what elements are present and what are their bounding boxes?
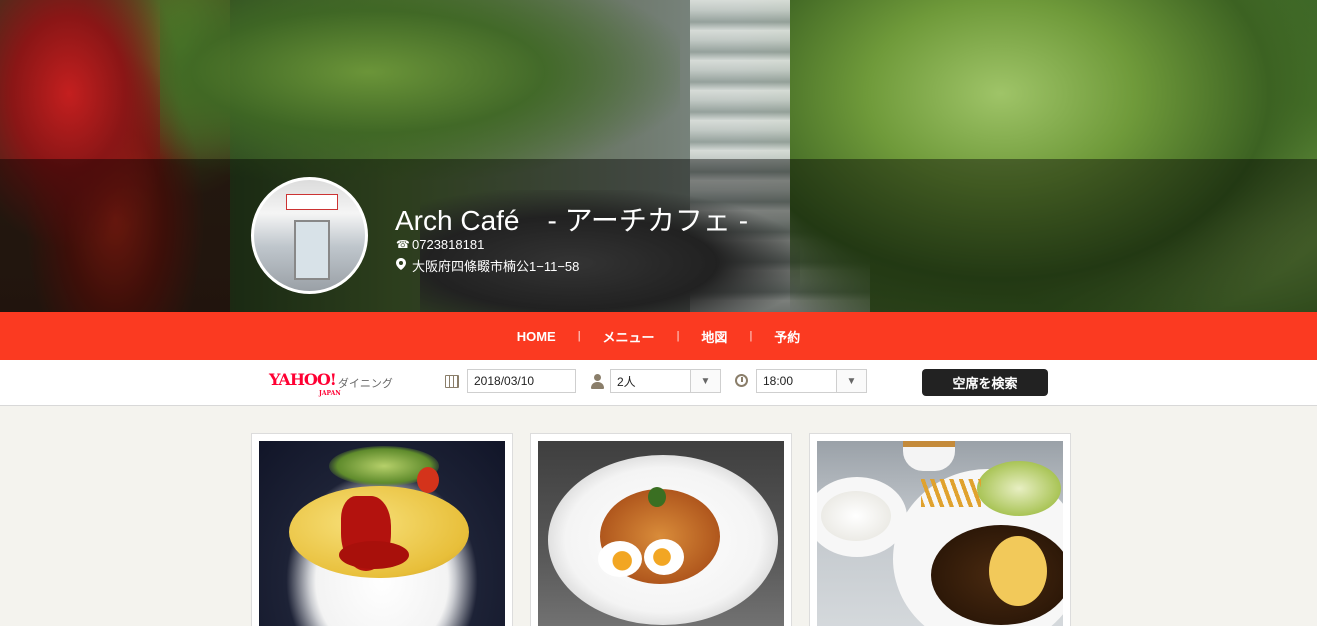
clock-icon — [734, 372, 750, 390]
shop-sign — [286, 194, 338, 210]
shop-phone[interactable]: ☎ 0723818181 — [396, 237, 484, 252]
time-value: 18:00 — [763, 374, 794, 388]
yahoo-japan-text: JAPAN — [319, 390, 341, 397]
omurice-photo[interactable] — [259, 441, 505, 626]
shop-address-text: 大阪府四條畷市楠公1−11−58 — [412, 259, 580, 274]
nav-map[interactable]: 地図 — [679, 327, 749, 346]
main-nav: HOME | メニュー | 地図 | 予約 — [0, 312, 1317, 360]
nav-reservation[interactable]: 予約 — [752, 327, 822, 346]
nav-separator: | — [676, 330, 680, 342]
hamburg-photo[interactable] — [817, 441, 1063, 626]
shop-title: Arch Café - アーチカフェ - — [395, 205, 749, 236]
menu-card[interactable] — [809, 433, 1071, 626]
map-pin-icon — [396, 258, 408, 273]
search-availability-button[interactable]: 空席を検索 — [922, 369, 1048, 396]
menu-card[interactable] — [251, 433, 513, 626]
shop-phone-number[interactable]: 0723818181 — [412, 237, 484, 252]
chevron-down-icon[interactable]: ▼ — [690, 370, 720, 392]
shop-door — [294, 220, 330, 280]
date-value: 2018/03/10 — [474, 374, 535, 388]
nav-separator: | — [577, 330, 581, 342]
nav-separator: | — [749, 330, 753, 342]
people-value: 2人 — [617, 374, 636, 389]
phone-icon: ☎ — [396, 239, 410, 251]
yahoo-logo-text: YAHOO! JAPAN — [269, 372, 341, 398]
yahoo-dining-logo[interactable]: YAHOO! JAPAN ダイニング — [269, 372, 393, 398]
date-input[interactable]: 2018/03/10 — [467, 369, 576, 393]
person-icon — [590, 372, 606, 390]
people-select[interactable]: 2人 ▼ — [610, 369, 721, 393]
dining-label: ダイニング — [337, 378, 393, 390]
pasta-photo[interactable] — [538, 441, 784, 626]
menu-card[interactable] — [530, 433, 792, 626]
shop-avatar — [251, 177, 368, 294]
shop-address: 大阪府四條畷市楠公1−11−58 — [396, 256, 579, 275]
nav-home[interactable]: HOME — [495, 329, 578, 344]
calendar-icon — [444, 372, 460, 390]
time-select[interactable]: 18:00 ▼ — [756, 369, 867, 393]
hero-banner: Arch Café - アーチカフェ - ☎ 0723818181 大阪府四條畷… — [0, 0, 1317, 312]
hero-foliage-center — [160, 0, 680, 180]
nav-menu[interactable]: メニュー — [581, 327, 677, 346]
chevron-down-icon[interactable]: ▼ — [836, 370, 866, 392]
